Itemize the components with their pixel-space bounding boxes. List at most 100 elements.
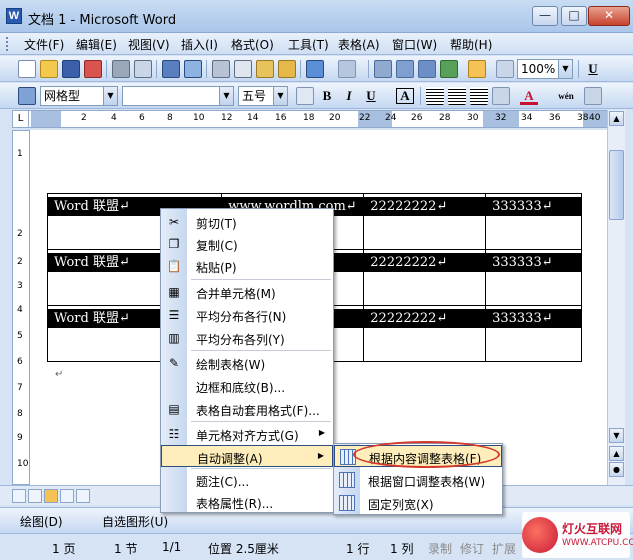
word-app-icon[interactable]: W: [6, 8, 22, 24]
open-folder-icon[interactable]: [40, 60, 58, 78]
browse-object-icon[interactable]: ●: [609, 462, 624, 477]
ruler-tick: 26: [411, 113, 423, 123]
undo-icon[interactable]: [306, 60, 324, 78]
horizontal-ruler[interactable]: L 2 4 6 8 10 12 14 16 18 20 22 24 26 28 …: [12, 110, 607, 128]
show-hide-icon[interactable]: [496, 60, 514, 78]
menu-item-autofit[interactable]: 自动调整(A) ▶: [161, 445, 333, 467]
cut-icon[interactable]: [212, 60, 230, 78]
status-track-changes[interactable]: 修订: [460, 540, 484, 557]
menu-item-borders-shading[interactable]: 边框和底纹(B)...: [161, 375, 333, 397]
scroll-up-icon[interactable]: ▲: [609, 111, 624, 126]
tables-borders-icon[interactable]: [396, 60, 414, 78]
zoom-combo[interactable]: 100% ▼: [517, 59, 573, 79]
dropdown-arrow-icon[interactable]: ▼: [558, 60, 572, 78]
menu-item-table-autoformat[interactable]: ▤ 表格自动套用格式(F)...: [161, 398, 333, 420]
menu-item-merge-cells[interactable]: ▦ 合并单元格(M): [161, 281, 333, 303]
permission-icon[interactable]: [84, 60, 102, 78]
justify-icon[interactable]: [448, 87, 466, 105]
dropdown-arrow-icon[interactable]: ▼: [219, 87, 233, 105]
menu-item-draw-table[interactable]: ✎ 绘制表格(W): [161, 352, 333, 374]
print-layout-icon[interactable]: [44, 489, 58, 503]
new-document-icon[interactable]: [18, 60, 36, 78]
tab-selector-icon[interactable]: L: [13, 111, 29, 127]
dropdown-arrow-icon[interactable]: ▼: [103, 87, 117, 105]
menu-window[interactable]: 窗口(W): [392, 36, 437, 53]
scroll-thumb[interactable]: [609, 150, 624, 220]
table-cell[interactable]: 333333↵: [485, 249, 582, 306]
toolbar-grip-icon[interactable]: [6, 37, 10, 51]
print-preview-icon[interactable]: [134, 60, 152, 78]
table-cell[interactable]: 333333↵: [485, 305, 582, 362]
menu-item-cut[interactable]: ✂ 剪切(T): [161, 211, 333, 233]
menu-edit[interactable]: 编辑(E): [76, 36, 117, 53]
underline-button[interactable]: U: [362, 87, 380, 105]
menu-item-fixed-column-width[interactable]: 固定列宽(X): [334, 492, 502, 514]
draw-menu[interactable]: 绘图(D): [20, 513, 63, 530]
drawing-toggle-icon[interactable]: [468, 60, 486, 78]
vertical-ruler[interactable]: 1 2 2 3 4 5 6 7 8 9 10: [12, 130, 30, 485]
bullets-icon[interactable]: [470, 87, 488, 105]
menu-view[interactable]: 视图(V): [128, 36, 170, 53]
vertical-scrollbar[interactable]: ▲ ▼ ▲ ●: [607, 110, 625, 485]
font-combo[interactable]: ▼: [122, 86, 234, 106]
italic-button[interactable]: I: [340, 87, 358, 105]
maximize-button[interactable]: □: [561, 6, 587, 26]
table-cell[interactable]: 333333↵: [485, 193, 582, 250]
close-button[interactable]: ✕: [588, 6, 630, 26]
distribute-columns-icon: ▥: [168, 331, 180, 345]
menu-item-distribute-rows[interactable]: ☰ 平均分布各行(N): [161, 304, 333, 326]
table-cell[interactable]: 22222222↵: [363, 193, 487, 250]
menu-tools[interactable]: 工具(T): [288, 36, 329, 53]
equation-icon[interactable]: [296, 87, 314, 105]
menu-help[interactable]: 帮助(H): [450, 36, 492, 53]
previous-page-icon[interactable]: ▲: [609, 446, 624, 461]
research-icon[interactable]: [184, 60, 202, 78]
ruler-tick: 6: [139, 113, 145, 123]
scroll-down-icon[interactable]: ▼: [609, 428, 624, 443]
outline-view-icon[interactable]: [60, 489, 74, 503]
minimize-button[interactable]: —: [532, 6, 558, 26]
menu-item-cell-alignment[interactable]: ☷ 单元格对齐方式(G) ▶: [161, 423, 333, 445]
styles-pane-icon[interactable]: [18, 87, 36, 105]
font-size-combo[interactable]: 五号 ▼: [238, 86, 288, 106]
hyperlink-icon[interactable]: [374, 60, 392, 78]
align-center-icon[interactable]: [426, 87, 444, 105]
menu-item-copy[interactable]: ❐ 复制(C): [161, 233, 333, 255]
style-combo[interactable]: 网格型 ▼: [40, 86, 118, 106]
status-record[interactable]: 录制: [428, 540, 452, 557]
phonetic-guide-button[interactable]: wén: [554, 87, 578, 105]
menu-item-caption[interactable]: 题注(C)...: [161, 469, 333, 491]
insert-excel-icon[interactable]: [440, 60, 458, 78]
character-border-button[interactable]: A: [396, 88, 414, 104]
indent-icon[interactable]: [492, 87, 510, 105]
menu-insert[interactable]: 插入(I): [181, 36, 218, 53]
paste-icon[interactable]: [256, 60, 274, 78]
font-color-button[interactable]: A: [520, 87, 538, 105]
spelling-icon[interactable]: [162, 60, 180, 78]
status-extend[interactable]: 扩展: [492, 540, 516, 557]
menu-item-table-properties[interactable]: 表格属性(R)...: [161, 491, 333, 513]
save-icon[interactable]: [62, 60, 80, 78]
normal-view-icon[interactable]: [12, 489, 26, 503]
print-icon[interactable]: [112, 60, 130, 78]
redo-icon[interactable]: [338, 60, 356, 78]
dropdown-arrow-icon[interactable]: ▼: [273, 87, 287, 105]
underline-toolbar-button[interactable]: U: [584, 60, 602, 78]
format-painter-icon[interactable]: [278, 60, 296, 78]
web-view-icon[interactable]: [28, 489, 42, 503]
menu-format[interactable]: 格式(O): [231, 36, 274, 53]
menu-item-paste[interactable]: 📋 粘贴(P): [161, 255, 333, 277]
toolbar-options-icon[interactable]: [584, 87, 602, 105]
menu-file[interactable]: 文件(F): [24, 36, 64, 53]
bold-button[interactable]: B: [318, 87, 336, 105]
menu-table[interactable]: 表格(A): [338, 36, 380, 53]
ruler-tick: 4: [17, 305, 23, 315]
menu-item-distribute-columns[interactable]: ▥ 平均分布各列(Y): [161, 327, 333, 349]
insert-table-icon[interactable]: [418, 60, 436, 78]
menu-item-autofit-window[interactable]: 根据窗口调整表格(W): [334, 469, 502, 491]
table-cell[interactable]: 22222222↵: [363, 305, 487, 362]
copy-icon[interactable]: [234, 60, 252, 78]
table-cell[interactable]: 22222222↵: [363, 249, 487, 306]
autoshapes-menu[interactable]: 自选图形(U): [102, 513, 168, 530]
reading-view-icon[interactable]: [76, 489, 90, 503]
